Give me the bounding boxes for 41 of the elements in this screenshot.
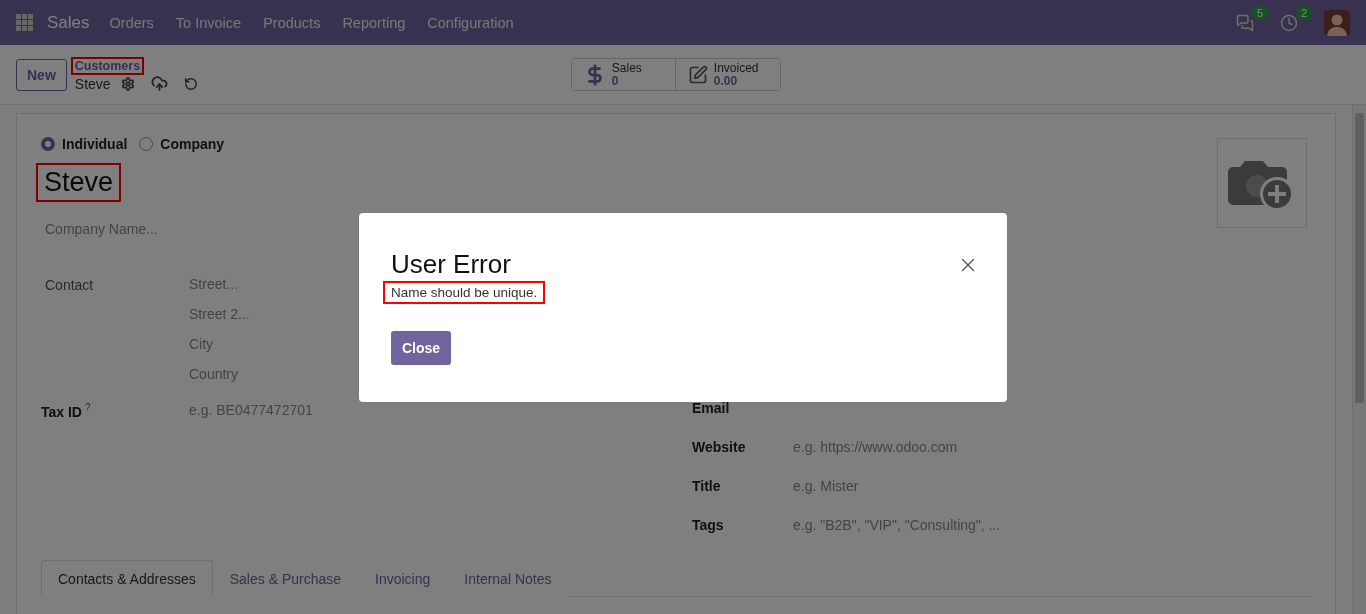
scrollbar-thumb[interactable] <box>1355 113 1364 403</box>
input-field[interactable]: e.g. https://www.odoo.com <box>793 439 1311 458</box>
new-button[interactable]: New <box>16 58 67 91</box>
count-badge: 2 <box>1295 5 1312 20</box>
count-badge: 5 <box>1251 5 1268 20</box>
field-label: Contact <box>45 277 94 293</box>
tab[interactable]: Contacts & Addresses <box>41 560 213 597</box>
menu-item[interactable]: To Invoice <box>175 14 242 31</box>
error-message: Name should be unique. <box>383 281 546 304</box>
photo-placeholder[interactable] <box>1217 138 1307 228</box>
company-name-field[interactable]: Company Name... <box>45 221 158 237</box>
field-label: Tax ID <box>41 404 82 421</box>
dialog-title: User Error <box>391 249 511 280</box>
chat-icon[interactable] <box>1236 13 1254 32</box>
radio-option[interactable]: Individual <box>41 136 128 152</box>
help-mark[interactable]: ? <box>85 402 91 413</box>
input-field[interactable]: e.g. BE0477472701 <box>189 402 676 418</box>
cloud-upload-icon[interactable] <box>150 75 168 92</box>
menu-item[interactable]: Products <box>263 14 321 31</box>
name-field[interactable]: Steve <box>36 163 122 202</box>
input-field[interactable]: e.g. "B2B", "VIP", "Consulting", ... <box>793 517 1311 536</box>
input-field[interactable]: e.g. Mister <box>793 478 1311 497</box>
menu-item[interactable]: Configuration <box>427 14 514 31</box>
app-name[interactable]: Sales <box>47 12 90 33</box>
field-label: Website <box>692 439 747 457</box>
field-label: Tags <box>692 517 725 535</box>
scrollbar[interactable] <box>1352 105 1366 614</box>
record-name: Steve <box>74 75 111 92</box>
menu-item[interactable]: Reporting <box>342 14 406 31</box>
field-label: Email <box>692 400 731 418</box>
radio-option[interactable]: Company <box>139 136 225 152</box>
close-button[interactable]: Close <box>391 331 452 365</box>
undo-icon[interactable] <box>183 76 198 91</box>
field-label: Title <box>692 478 722 496</box>
stat-button[interactable]: Sales 0 <box>571 59 676 90</box>
apps-grid-icon[interactable] <box>16 14 33 31</box>
clock-icon[interactable] <box>1280 13 1298 32</box>
menu-item[interactable]: Orders <box>109 14 154 31</box>
settings-icon[interactable] <box>120 76 135 91</box>
breadcrumb-link[interactable]: Customers <box>70 57 145 75</box>
edit-icon <box>687 64 708 85</box>
